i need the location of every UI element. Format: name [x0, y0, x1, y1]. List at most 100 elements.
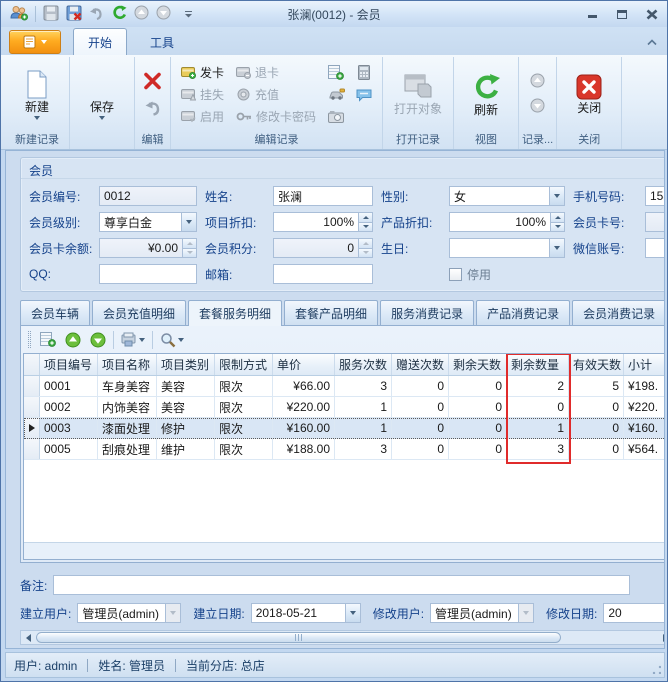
- column-header-subtotal[interactable]: 小计: [624, 354, 665, 375]
- column-header-gift-count[interactable]: 赠送次数: [392, 354, 449, 375]
- qat-save-close-button[interactable]: [66, 5, 82, 24]
- column-header-remain-days[interactable]: 剩余天数: [449, 354, 507, 375]
- column-header-item-category[interactable]: 项目类别: [157, 354, 215, 375]
- cell-remain-qty: 0: [507, 397, 569, 417]
- maximize-button[interactable]: [615, 8, 629, 20]
- created-date-combo[interactable]: 2018-05-21: [251, 603, 361, 623]
- tab-package-product-detail[interactable]: 套餐产品明细: [284, 300, 378, 325]
- qat-customize-button[interactable]: [184, 7, 193, 21]
- tab-member-consume-record[interactable]: 会员消费记录: [572, 300, 665, 325]
- gender-field[interactable]: 女: [449, 186, 549, 206]
- mobile-field[interactable]: 158: [645, 186, 665, 206]
- close-button[interactable]: [645, 8, 659, 20]
- move-up-button[interactable]: [63, 330, 83, 350]
- save-button[interactable]: 保存: [77, 67, 127, 123]
- item-discount-spinner[interactable]: [359, 212, 373, 232]
- column-header-limit-mode[interactable]: 限制方式: [215, 354, 273, 375]
- close-form-button[interactable]: 关闭: [564, 71, 614, 118]
- tab-package-service-detail[interactable]: 套餐服务明细: [188, 300, 282, 326]
- modified-by-value: 管理员(admin): [430, 603, 518, 623]
- created-date-dropdown-button[interactable]: [345, 603, 361, 623]
- new-button[interactable]: 新建: [12, 67, 62, 123]
- card-balance-spinner: [183, 238, 197, 258]
- qat-undo-button[interactable]: [89, 6, 104, 23]
- birthday-dropdown-button[interactable]: [549, 238, 565, 258]
- member-name-field[interactable]: 张澜: [273, 186, 373, 206]
- tab-product-consume-record[interactable]: 产品消费记录: [476, 300, 570, 325]
- qat-refresh-button[interactable]: [111, 5, 127, 23]
- email-label: 邮箱:: [205, 266, 273, 283]
- tab-member-vehicle[interactable]: 会员车辆: [20, 300, 90, 325]
- qat-next-record-button[interactable]: [156, 5, 171, 23]
- member-add-icon: [9, 5, 28, 24]
- message-button[interactable]: [353, 85, 375, 104]
- resize-grip-icon[interactable]: [652, 665, 661, 674]
- record-next-button[interactable]: [530, 98, 545, 116]
- preview-button[interactable]: [158, 330, 186, 350]
- record-add-button[interactable]: [325, 63, 347, 82]
- minimize-button[interactable]: [585, 8, 599, 20]
- app-menu-button[interactable]: [9, 30, 61, 54]
- gender-dropdown-button[interactable]: [549, 186, 565, 206]
- qq-field[interactable]: [99, 264, 197, 284]
- disabled-checkbox[interactable]: [449, 268, 462, 281]
- photo-button[interactable]: [325, 107, 347, 126]
- column-header-valid-days[interactable]: 有效天数: [569, 354, 624, 375]
- issue-card-button[interactable]: 发卡: [178, 63, 227, 82]
- member-level-field[interactable]: 尊享白金: [99, 212, 181, 232]
- created-by-value: 管理员(admin): [77, 603, 165, 623]
- table-row-0002[interactable]: 0002内饰美容美容限次¥220.0010000¥220.: [24, 397, 665, 418]
- undo-button[interactable]: [144, 99, 162, 119]
- export-button[interactable]: [119, 330, 147, 350]
- record-prev-button[interactable]: [530, 73, 545, 91]
- cell-item-category: 修护: [157, 418, 215, 438]
- scroll-left-button[interactable]: [21, 631, 36, 644]
- tab-recharge-detail[interactable]: 会员充值明细: [92, 300, 186, 325]
- qq-label: QQ:: [29, 267, 99, 281]
- item-discount-field[interactable]: 100%: [273, 212, 359, 232]
- arrow-right-icon: [663, 634, 665, 642]
- column-header-service-count[interactable]: 服务次数: [335, 354, 392, 375]
- ribbon-collapse-button[interactable]: [647, 35, 657, 49]
- move-down-button[interactable]: [88, 330, 108, 350]
- ribbon-tab-start[interactable]: 开始: [73, 28, 127, 55]
- table-row-0001[interactable]: 0001车身美容美容限次¥66.0030025¥198.: [24, 376, 665, 397]
- meta-row: 建立用户: 管理员(admin) 建立日期: 2018-05-21 修改用户: …: [20, 603, 665, 623]
- ribbon-tab-tools[interactable]: 工具: [135, 28, 189, 55]
- scrollbar-thumb[interactable]: [36, 632, 561, 643]
- service-detail-grid: 项目编号项目名称项目类别限制方式单价服务次数赠送次数剩余天数剩余数量有效天数小计…: [23, 353, 665, 560]
- refresh-button[interactable]: 刷新: [461, 70, 511, 120]
- member-level-dropdown-button[interactable]: [181, 212, 197, 232]
- new-dropdown-icon: [34, 116, 40, 120]
- scroll-right-button[interactable]: [658, 631, 665, 644]
- column-header-item-name[interactable]: 项目名称: [98, 354, 157, 375]
- product-discount-field[interactable]: 100%: [449, 212, 551, 232]
- open-object-label: 打开对象: [394, 103, 442, 116]
- close-form-label: 关闭: [577, 102, 601, 115]
- remark-input[interactable]: [53, 575, 630, 595]
- return-card-label: 退卡: [255, 64, 279, 81]
- table-row-0005[interactable]: 0005刮痕处理维护限次¥188.0030030¥564.: [24, 439, 665, 460]
- calculator-button[interactable]: [353, 63, 375, 82]
- created-date-value: 2018-05-21: [251, 603, 345, 623]
- grid-toolbar: [21, 326, 665, 353]
- qat-save-button[interactable]: [43, 5, 59, 24]
- product-discount-label: 产品折扣:: [381, 214, 449, 231]
- qat-prev-record-button[interactable]: [134, 5, 149, 23]
- column-header-unit-price[interactable]: 单价: [273, 354, 335, 375]
- wechat-field[interactable]: [645, 238, 665, 258]
- horizontal-scrollbar[interactable]: [20, 630, 665, 645]
- email-field[interactable]: [273, 264, 373, 284]
- move-up-icon: [65, 332, 81, 348]
- table-row-0003[interactable]: 0003漆面处理修护限次¥160.0010010¥160.: [24, 418, 665, 439]
- vehicle-button[interactable]: [325, 85, 347, 104]
- column-header-item-no[interactable]: 项目编号: [40, 354, 98, 375]
- birthday-field[interactable]: [449, 238, 549, 258]
- group-edit-label: 编辑: [138, 132, 167, 149]
- delete-button[interactable]: [142, 71, 163, 94]
- cell-remain-days: 0: [449, 439, 507, 459]
- tab-service-consume-record[interactable]: 服务消费记录: [380, 300, 474, 325]
- add-record-button[interactable]: [38, 330, 58, 350]
- column-header-remain-qty[interactable]: 剩余数量: [507, 354, 569, 375]
- product-discount-spinner[interactable]: [551, 212, 565, 232]
